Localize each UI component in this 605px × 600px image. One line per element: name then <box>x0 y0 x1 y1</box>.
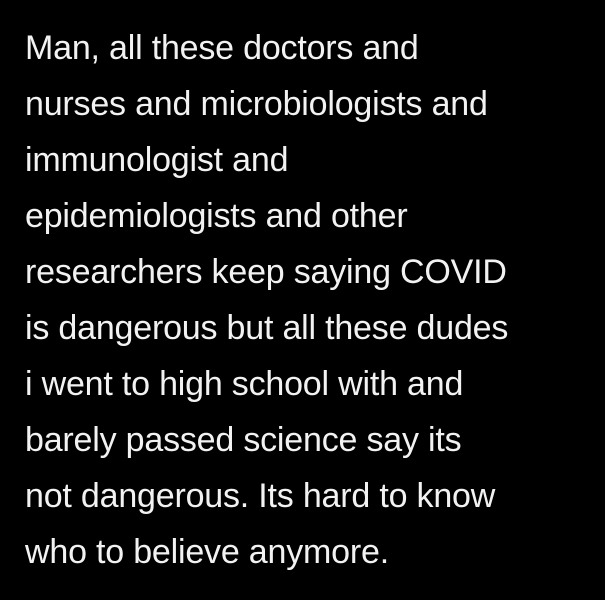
post-line-8: barely passed science say its <box>25 421 462 459</box>
post-line-10: who to believe anymore. <box>25 533 389 571</box>
post-line-4: epidemiologists and other <box>25 197 408 235</box>
post-text: Man, all these doctors and nurses and mi… <box>25 20 595 580</box>
post-line-6: is dangerous but all these dudes <box>25 309 509 347</box>
post-line-2: nurses and microbiologists and <box>25 85 488 123</box>
post-line-9: not dangerous. Its hard to know <box>25 477 496 515</box>
post-line-1: Man, all these doctors and <box>25 29 419 67</box>
text-post: Man, all these doctors and nurses and mi… <box>0 0 605 600</box>
post-line-7: i went to high school with and <box>25 365 464 403</box>
post-line-5: researchers keep saying COVID <box>25 253 507 291</box>
post-line-3: immunologist and <box>25 141 289 179</box>
